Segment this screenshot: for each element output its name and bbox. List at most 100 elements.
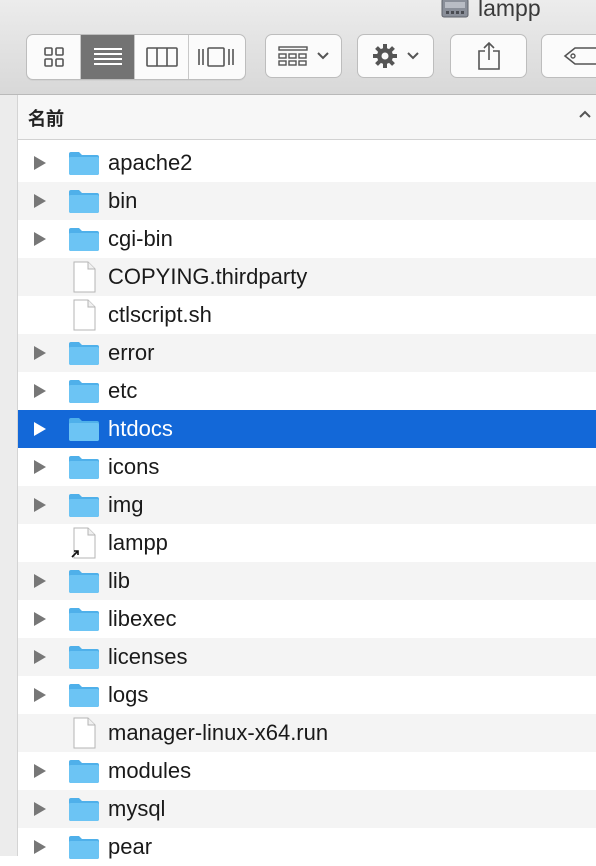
file-name: modules: [108, 758, 192, 783]
file-name: licenses: [108, 644, 188, 669]
document-icon: [70, 261, 98, 298]
disclosure-triangle-icon[interactable]: [33, 573, 47, 589]
file-row[interactable]: modules: [18, 752, 596, 790]
disclosure-triangle-icon[interactable]: [33, 801, 47, 817]
chevron-down-icon: [406, 52, 419, 60]
file-row[interactable]: manager-linux-x64.run: [18, 714, 596, 752]
folder-icon: [68, 226, 100, 257]
file-row[interactable]: licenses: [18, 638, 596, 676]
file-name: etc: [108, 378, 138, 403]
file-name: COPYING.thirdparty: [108, 264, 308, 289]
folder-icon: [68, 682, 100, 713]
arrange-icon: [277, 46, 308, 66]
file-name: apache2: [108, 150, 193, 175]
name-column-header[interactable]: 名前: [28, 105, 64, 131]
file-row[interactable]: cgi-bin: [18, 220, 596, 258]
file-row[interactable]: img: [18, 486, 596, 524]
cover-flow-icon: [198, 47, 234, 67]
file-row[interactable]: mysql: [18, 790, 596, 828]
icon-view-button[interactable]: [27, 35, 81, 79]
document-icon: [70, 717, 98, 754]
view-mode-control: [26, 34, 246, 80]
file-name: lib: [108, 568, 131, 593]
file-name: ctlscript.sh: [108, 302, 212, 327]
icon-view-icon: [43, 47, 64, 67]
action-button[interactable]: [357, 34, 434, 78]
disclosure-triangle-icon[interactable]: [33, 193, 47, 209]
folder-icon: [69, 760, 99, 783]
disclosure-triangle-icon[interactable]: [33, 649, 47, 665]
file-row[interactable]: etc: [18, 372, 596, 410]
folder-icon: [69, 380, 99, 403]
folder-icon: [69, 836, 99, 859]
file-row[interactable]: ctlscript.sh: [18, 296, 596, 334]
disclosure-triangle-icon[interactable]: [33, 497, 47, 513]
file-row[interactable]: lib: [18, 562, 596, 600]
disclosure-triangle-icon[interactable]: [33, 763, 47, 779]
document-icon: [73, 299, 96, 331]
arrange-button[interactable]: [265, 34, 342, 78]
column-view-button[interactable]: [135, 35, 189, 79]
folder-icon: [68, 834, 100, 865]
disclosure-triangle-icon[interactable]: [33, 383, 47, 399]
disclosure-triangle-icon[interactable]: [33, 231, 47, 247]
list-view-icon: [93, 48, 122, 65]
window-title: lampp: [441, 0, 541, 22]
chevron-down-icon: [316, 52, 329, 60]
file-row[interactable]: COPYING.thirdparty: [18, 258, 596, 296]
file-row[interactable]: lampp: [18, 524, 596, 562]
sort-ascending-icon: [579, 110, 591, 118]
file-name: logs: [108, 682, 149, 707]
file-name: htdocs: [108, 416, 173, 441]
folder-icon: [69, 798, 99, 821]
folder-icon: [68, 340, 100, 371]
share-button[interactable]: [450, 34, 527, 78]
disclosure-triangle-icon[interactable]: [33, 421, 47, 437]
folder-icon: [68, 416, 100, 447]
file-row[interactable]: apache2: [18, 144, 596, 182]
folder-icon: [68, 796, 100, 827]
file-row[interactable]: error: [18, 334, 596, 372]
gear-icon: [372, 44, 397, 68]
file-row[interactable]: pear: [18, 828, 596, 866]
folder-icon: [69, 608, 99, 631]
file-row[interactable]: htdocs: [18, 410, 596, 448]
alias-document-icon: [70, 527, 98, 564]
disclosure-triangle-icon[interactable]: [33, 611, 47, 627]
file-row[interactable]: logs: [18, 676, 596, 714]
file-name: manager-linux-x64.run: [108, 720, 329, 745]
folder-icon: [69, 418, 99, 441]
file-row[interactable]: libexec: [18, 600, 596, 638]
file-name: mysql: [108, 796, 166, 821]
folder-icon: [69, 152, 99, 175]
file-row[interactable]: bin: [18, 182, 596, 220]
folder-icon: [68, 454, 100, 485]
document-icon: [73, 717, 96, 749]
window-title-text: lampp: [478, 0, 541, 21]
folder-icon: [69, 570, 99, 593]
file-name: libexec: [108, 606, 177, 631]
sidebar-edge: [0, 95, 18, 856]
column-header[interactable]: 名前: [18, 95, 596, 140]
window-toolbar: lampp: [0, 0, 596, 95]
folder-icon: [68, 188, 100, 219]
document-icon: [73, 261, 96, 293]
file-row[interactable]: icons: [18, 448, 596, 486]
tags-button[interactable]: [541, 34, 596, 78]
disclosure-triangle-icon[interactable]: [33, 839, 47, 855]
disclosure-triangle-icon[interactable]: [33, 345, 47, 361]
disclosure-triangle-icon[interactable]: [33, 459, 47, 475]
folder-icon: [68, 644, 100, 675]
folder-icon: [69, 494, 99, 517]
file-name: pear: [108, 834, 153, 859]
list-view-button[interactable]: [81, 35, 135, 79]
column-view-icon: [145, 47, 178, 67]
disclosure-triangle-icon[interactable]: [33, 155, 47, 171]
cover-flow-button[interactable]: [189, 35, 243, 79]
file-name: icons: [108, 454, 160, 479]
folder-icon: [68, 492, 100, 523]
file-list: apache2 bin cgi-bin COPYING.thirdparty c…: [18, 144, 596, 866]
folder-icon: [69, 646, 99, 669]
disclosure-triangle-icon[interactable]: [33, 687, 47, 703]
folder-icon: [69, 456, 99, 479]
